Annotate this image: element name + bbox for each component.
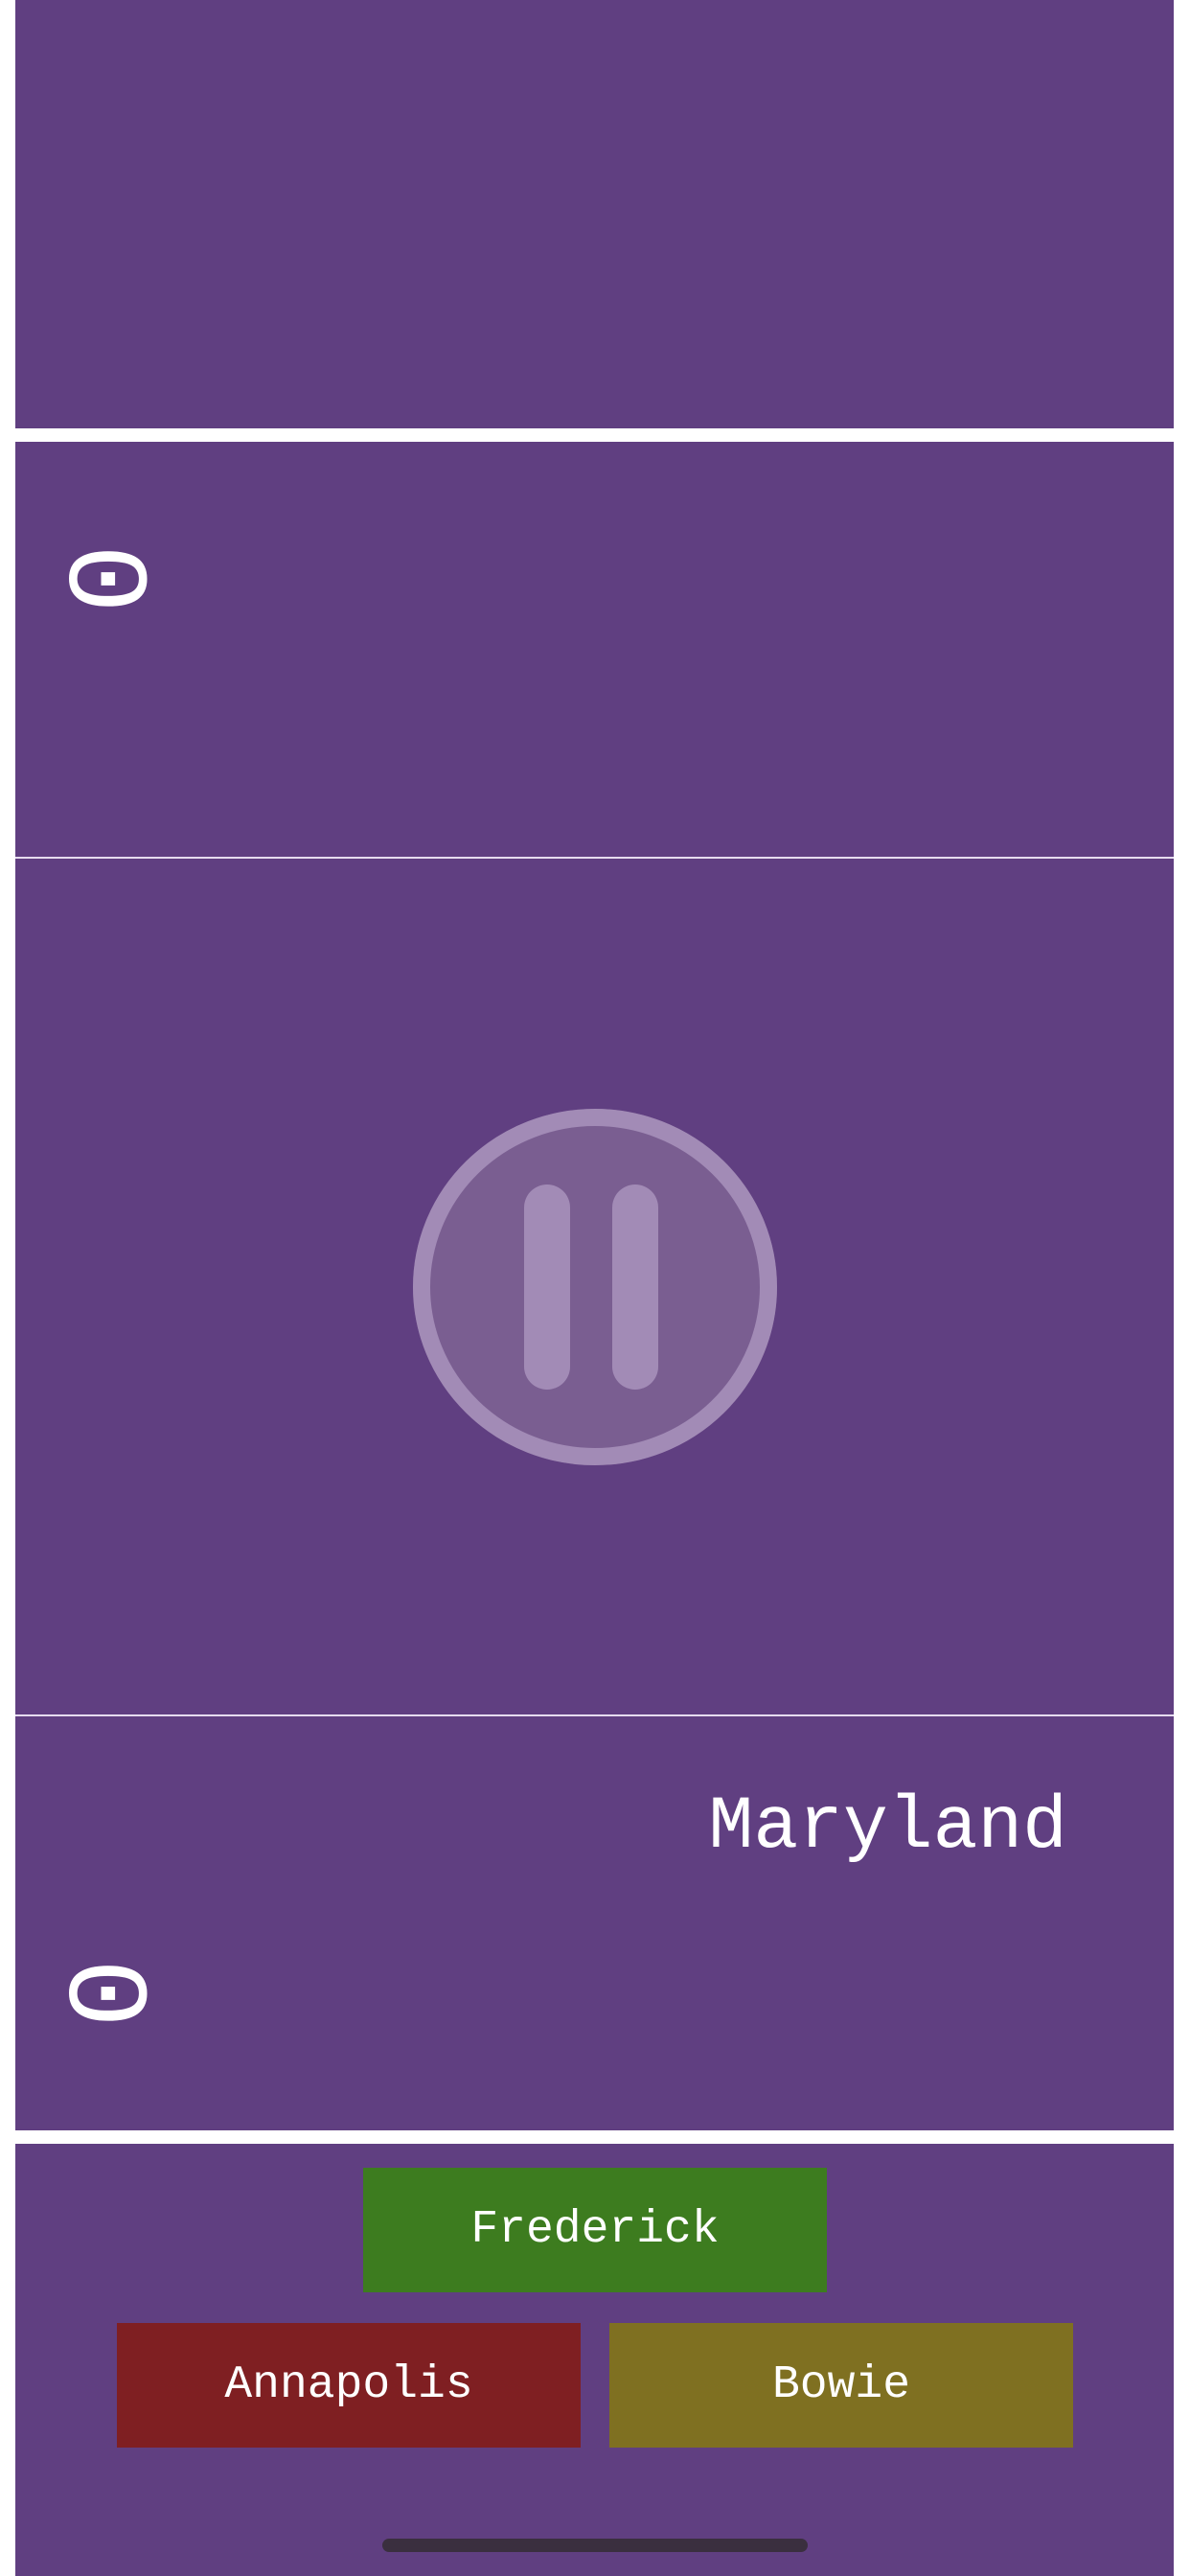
home-indicator[interactable]	[382, 2539, 808, 2552]
player-score: 0	[34, 1958, 166, 2029]
middle-bottom-divider	[15, 1714, 1174, 1716]
answer-button-annapolis[interactable]: Annapolis	[117, 2323, 581, 2448]
opponent-area	[15, 0, 1174, 428]
pause-button[interactable]	[405, 1100, 785, 1474]
opponent-score: 0	[34, 543, 166, 614]
bottom-divider	[15, 2130, 1174, 2144]
answer-button-bowie[interactable]: Bowie	[609, 2323, 1073, 2448]
pause-circle-icon	[413, 1109, 777, 1465]
question-prompt: Maryland	[708, 1785, 1067, 1870]
top-divider	[15, 428, 1174, 442]
answer-button-frederick[interactable]: Frederick	[363, 2168, 827, 2292]
middle-top-divider	[15, 857, 1174, 859]
